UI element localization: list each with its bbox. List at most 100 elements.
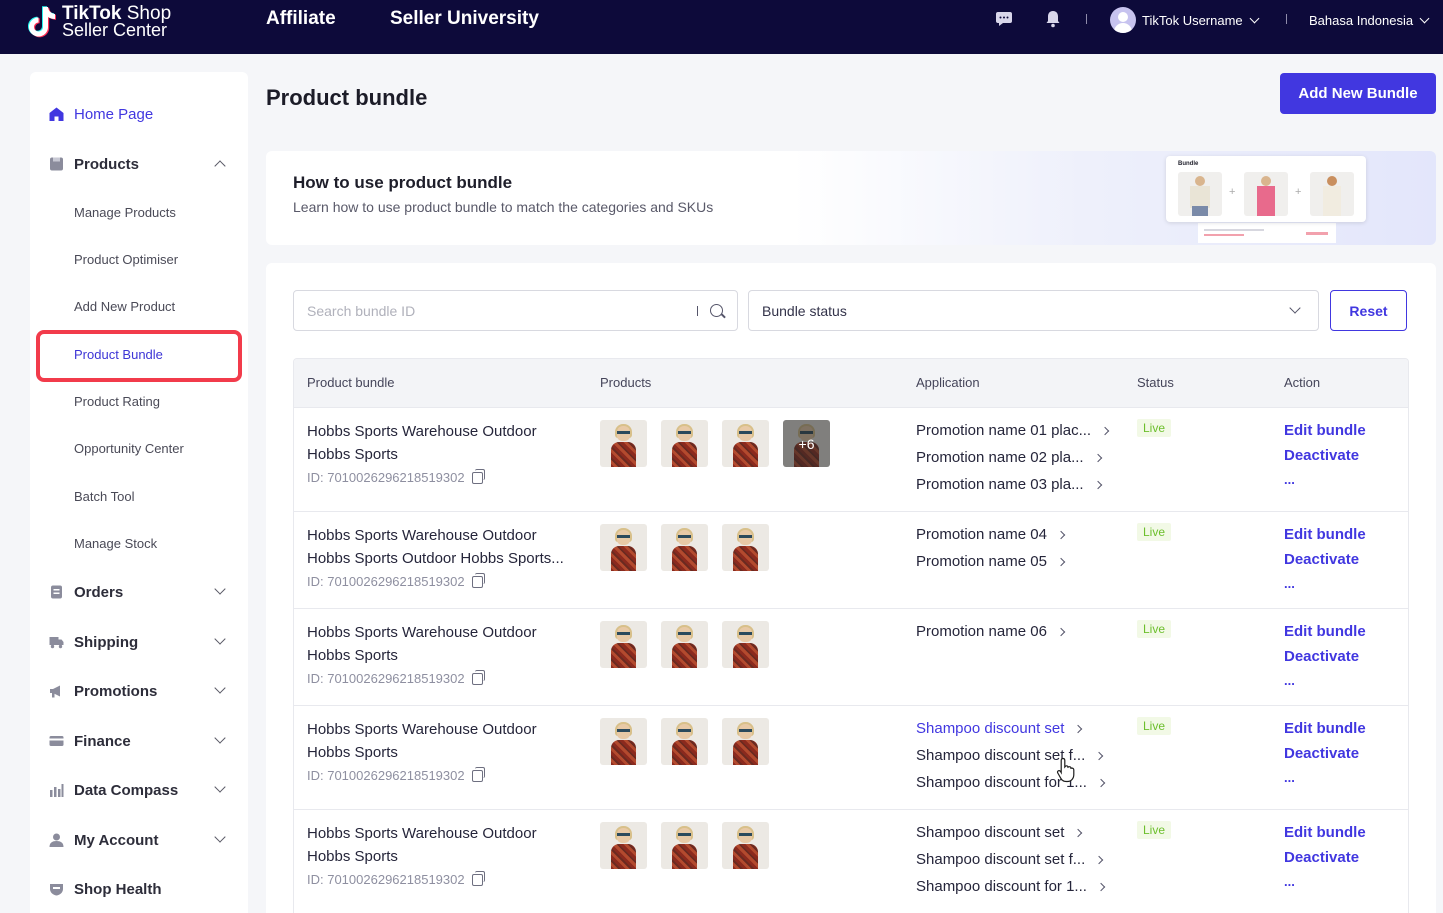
sidebar-label: Finance <box>74 732 131 750</box>
edit-bundle-link[interactable]: Edit bundle <box>1284 526 1366 543</box>
divider <box>1086 14 1087 24</box>
product-thumbnail[interactable] <box>600 621 647 668</box>
sidebar-label: My Account <box>74 831 159 849</box>
bundle-id: ID: 7010026296218519302 <box>307 572 485 589</box>
deactivate-link[interactable]: Deactivate <box>1284 849 1359 866</box>
preview-product-image <box>1178 172 1222 216</box>
application-link[interactable]: Shampoo discount set <box>916 720 1083 737</box>
bundle-status-select[interactable]: Bundle status <box>748 290 1319 331</box>
application-link[interactable]: Promotion name 02 pla... <box>916 449 1102 466</box>
more-actions-button[interactable]: ... <box>1284 770 1295 785</box>
application-link[interactable]: Promotion name 04 <box>916 526 1066 543</box>
product-thumbnail[interactable] <box>722 822 769 869</box>
product-thumbnail[interactable] <box>600 822 647 869</box>
sidebar-subitem-opportunity-center[interactable]: Opportunity Center <box>30 432 248 464</box>
tiktok-shop-logo[interactable]: TikTok Shop Seller Center <box>26 2 171 42</box>
nav-seller-university[interactable]: Seller University <box>390 8 539 30</box>
sidebar-subitem-add-new-product[interactable]: Add New Product <box>30 290 248 322</box>
user-menu[interactable]: TikTok Username <box>1110 0 1260 40</box>
sidebar-item-data-compass[interactable]: Data Compass <box>30 774 248 806</box>
product-thumbnail[interactable] <box>661 822 708 869</box>
chat-icon[interactable] <box>995 11 1013 27</box>
copy-icon[interactable] <box>471 870 485 886</box>
sidebar-subitem-manage-products[interactable]: Manage Products <box>30 196 248 228</box>
application-link[interactable]: Promotion name 05 <box>916 553 1066 570</box>
bundle-id: ID: 7010026296218519302 <box>307 766 485 783</box>
bundle-id-text: ID: 7010026296218519302 <box>307 671 465 686</box>
sidebar-item-orders[interactable]: Orders <box>30 576 248 608</box>
deactivate-link[interactable]: Deactivate <box>1284 648 1359 665</box>
application-text: Shampoo discount for 1... <box>916 878 1087 895</box>
bell-icon[interactable] <box>1045 10 1061 28</box>
product-thumbnail[interactable] <box>722 718 769 765</box>
copy-icon[interactable] <box>471 572 485 588</box>
reset-button[interactable]: Reset <box>1330 290 1407 331</box>
product-thumbnail[interactable] <box>661 524 708 571</box>
application-link[interactable]: Shampoo discount set f... <box>916 851 1104 868</box>
application-link[interactable]: Promotion name 06 <box>916 623 1066 640</box>
application-link[interactable]: Shampoo discount for 1... <box>916 878 1106 895</box>
sidebar-item-shipping[interactable]: Shipping <box>30 626 248 658</box>
how-to-banner[interactable]: How to use product bundle Learn how to u… <box>266 151 1436 245</box>
bundle-table: Product bundle Products Application Stat… <box>293 358 1409 913</box>
sidebar-item-home[interactable]: Home Page <box>30 98 248 130</box>
home-icon <box>49 107 64 121</box>
product-thumbnail[interactable] <box>722 420 769 467</box>
application-link[interactable]: Promotion name 01 plac... <box>916 422 1110 439</box>
sidebar-subitem-manage-stock[interactable]: Manage Stock <box>30 527 248 559</box>
copy-icon[interactable] <box>471 468 485 484</box>
application-link[interactable]: Promotion name 03 pla... <box>916 476 1102 493</box>
deactivate-link[interactable]: Deactivate <box>1284 447 1359 464</box>
product-thumbnail[interactable] <box>722 524 769 571</box>
product-thumbnail[interactable] <box>600 524 647 571</box>
bundle-preview-footer <box>1198 223 1336 243</box>
copy-icon[interactable] <box>471 669 485 685</box>
more-actions-button[interactable]: ... <box>1284 673 1295 688</box>
deactivate-link[interactable]: Deactivate <box>1284 551 1359 568</box>
sidebar-subitem-product-rating[interactable]: Product Rating <box>30 385 248 417</box>
bundle-id: ID: 7010026296218519302 <box>307 468 485 485</box>
more-actions-button[interactable]: ... <box>1284 576 1295 591</box>
edit-bundle-link[interactable]: Edit bundle <box>1284 623 1366 640</box>
more-actions-button[interactable]: ... <box>1284 472 1295 487</box>
sidebar-subitem-batch-tool[interactable]: Batch Tool <box>30 480 248 512</box>
chevron-right-icon <box>1056 530 1066 539</box>
sidebar-label: Products <box>74 155 140 173</box>
search-bundle-input[interactable]: Search bundle ID <box>293 290 738 331</box>
product-thumbnail[interactable] <box>600 420 647 467</box>
product-thumbnail[interactable] <box>661 718 708 765</box>
product-thumbnail[interactable] <box>722 621 769 668</box>
sidebar-subitem-product-optimiser[interactable]: Product Optimiser <box>30 243 248 275</box>
sidebar-item-products[interactable]: Products <box>30 148 248 180</box>
top-bar: TikTok Shop Seller Center Affiliate Sell… <box>0 0 1443 54</box>
product-thumbnail-more[interactable]: +6 <box>783 420 830 467</box>
add-new-bundle-button[interactable]: Add New Bundle <box>1280 73 1436 114</box>
application-link[interactable]: Shampoo discount set <box>916 824 1083 841</box>
sidebar-label: Product Rating <box>74 393 160 409</box>
sidebar-label: Home Page <box>74 105 154 123</box>
more-actions-button[interactable]: ... <box>1284 874 1295 889</box>
sidebar-item-shop-health[interactable]: Shop Health <box>30 873 248 905</box>
chevron-down-icon <box>214 831 226 843</box>
edit-bundle-link[interactable]: Edit bundle <box>1284 720 1366 737</box>
deactivate-link[interactable]: Deactivate <box>1284 745 1359 762</box>
product-thumbnail[interactable] <box>600 718 647 765</box>
edit-bundle-link[interactable]: Edit bundle <box>1284 422 1366 439</box>
sidebar-item-promotions[interactable]: Promotions <box>30 675 248 707</box>
bundle-id-text: ID: 7010026296218519302 <box>307 574 465 589</box>
application-text: Promotion name 06 <box>916 623 1047 640</box>
status-badge: Live <box>1137 419 1171 437</box>
edit-bundle-link[interactable]: Edit bundle <box>1284 824 1366 841</box>
table-row: Hobbs Sports Warehouse Outdoor Hobbs Spo… <box>294 809 1408 913</box>
sidebar-label: Orders <box>74 583 124 601</box>
product-thumbnail[interactable] <box>661 621 708 668</box>
product-thumbnail[interactable] <box>661 420 708 467</box>
copy-icon[interactable] <box>471 766 485 782</box>
search-icon[interactable] <box>710 304 723 317</box>
sidebar-item-my-account[interactable]: My Account <box>30 824 248 856</box>
banner-title: How to use product bundle <box>293 173 513 192</box>
language-selector[interactable]: Bahasa Indonesia <box>1309 0 1430 40</box>
bundle-name: Hobbs Sports Warehouse Outdoor Hobbs Spo… <box>307 624 537 664</box>
nav-affiliate[interactable]: Affiliate <box>266 8 336 30</box>
sidebar-item-finance[interactable]: Finance <box>30 725 248 757</box>
